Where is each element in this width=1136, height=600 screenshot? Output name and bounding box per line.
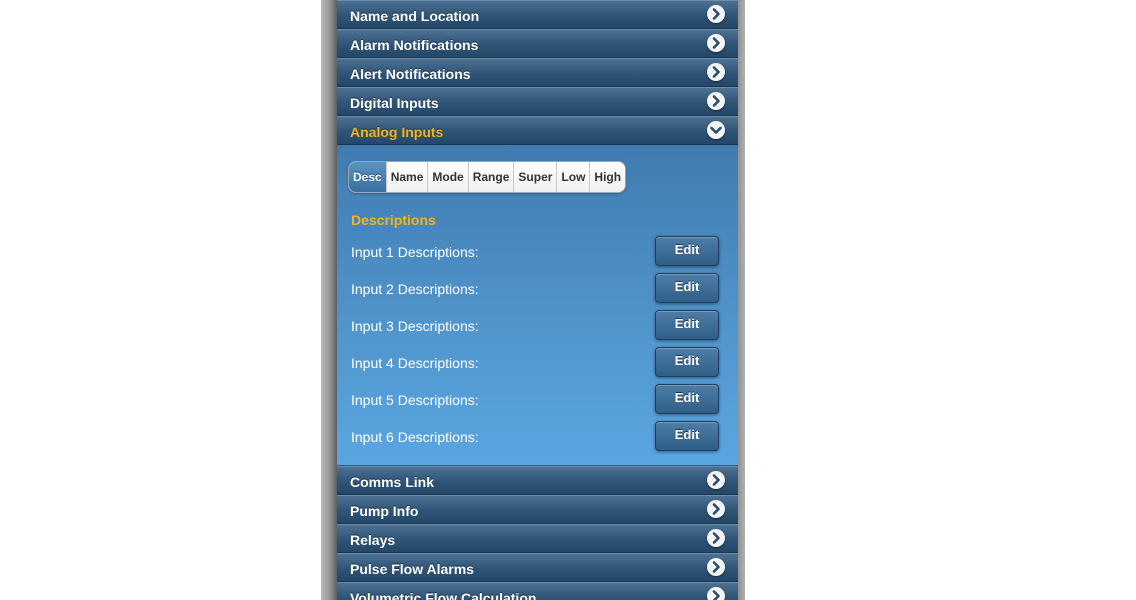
row-label: Input 1 Descriptions: bbox=[351, 244, 479, 260]
tab-mode[interactable]: Mode bbox=[428, 162, 469, 192]
edit-button[interactable]: Edit bbox=[655, 236, 719, 266]
tab-high[interactable]: High bbox=[590, 162, 626, 192]
accordion-label: Pump Info bbox=[350, 503, 419, 519]
tab-low[interactable]: Low bbox=[557, 162, 591, 192]
chevron-down-icon[interactable] bbox=[707, 121, 725, 139]
accordion-comms-link[interactable]: Comms Link bbox=[337, 466, 738, 495]
tab-name[interactable]: Name bbox=[386, 162, 429, 192]
tab-range[interactable]: Range bbox=[468, 162, 515, 192]
accordion-relays[interactable]: Relays bbox=[337, 524, 738, 553]
accordion-label: Analog Inputs bbox=[350, 124, 444, 140]
accordion-label: Name and Location bbox=[350, 8, 480, 24]
chevron-right-icon[interactable] bbox=[707, 529, 725, 547]
row-label: Input 6 Descriptions: bbox=[351, 429, 479, 445]
tab-super[interactable]: Super bbox=[514, 162, 558, 192]
row-label: Input 3 Descriptions: bbox=[351, 318, 479, 334]
section-heading: Descriptions bbox=[351, 212, 436, 228]
description-row: Input 1 Descriptions: Edit bbox=[337, 236, 738, 266]
description-row: Input 2 Descriptions: Edit bbox=[337, 273, 738, 303]
edit-button[interactable]: Edit bbox=[655, 421, 719, 451]
accordion-name-and-location[interactable]: Name and Location bbox=[337, 0, 738, 29]
accordion-digital-inputs[interactable]: Digital Inputs bbox=[337, 87, 738, 116]
row-label: Input 5 Descriptions: bbox=[351, 392, 479, 408]
chevron-right-icon[interactable] bbox=[707, 558, 725, 576]
accordion-label: Volumetric Flow Calculation bbox=[350, 590, 537, 600]
edit-button[interactable]: Edit bbox=[655, 384, 719, 414]
chevron-right-icon[interactable] bbox=[707, 34, 725, 52]
settings-panel: Name and Location Alarm Notifications Al… bbox=[337, 0, 738, 600]
accordion-pump-info[interactable]: Pump Info bbox=[337, 495, 738, 524]
chevron-right-icon[interactable] bbox=[707, 63, 725, 81]
row-label: Input 4 Descriptions: bbox=[351, 355, 479, 371]
accordion-pulse-flow-alarms[interactable]: Pulse Flow Alarms bbox=[337, 553, 738, 582]
accordion-alarm-notifications[interactable]: Alarm Notifications bbox=[337, 29, 738, 58]
accordion-analog-inputs[interactable]: Analog Inputs bbox=[337, 116, 738, 145]
chevron-right-icon[interactable] bbox=[707, 587, 725, 600]
accordion-label: Pulse Flow Alarms bbox=[350, 561, 474, 577]
chevron-right-icon[interactable] bbox=[707, 500, 725, 518]
chevron-right-icon[interactable] bbox=[707, 92, 725, 110]
accordion-label: Alarm Notifications bbox=[350, 37, 479, 53]
accordion-label: Comms Link bbox=[350, 474, 435, 490]
accordion-label: Digital Inputs bbox=[350, 95, 439, 111]
description-row: Input 6 Descriptions: Edit bbox=[337, 421, 738, 451]
row-label: Input 2 Descriptions: bbox=[351, 281, 479, 297]
accordion-volumetric-flow-calculation[interactable]: Volumetric Flow Calculation bbox=[337, 582, 738, 600]
tab-desc[interactable]: Desc bbox=[349, 162, 387, 192]
description-row: Input 5 Descriptions: Edit bbox=[337, 384, 738, 414]
accordion-label: Alert Notifications bbox=[350, 66, 471, 82]
app-frame: Name and Location Alarm Notifications Al… bbox=[321, 0, 745, 600]
accordion-alert-notifications[interactable]: Alert Notifications bbox=[337, 58, 738, 87]
chevron-right-icon[interactable] bbox=[707, 5, 725, 23]
accordion-label: Relays bbox=[350, 532, 396, 548]
description-row: Input 4 Descriptions: Edit bbox=[337, 347, 738, 377]
edit-button[interactable]: Edit bbox=[655, 273, 719, 303]
analog-tabs: Desc Name Mode Range Super Low High bbox=[348, 161, 627, 193]
description-row: Input 3 Descriptions: Edit bbox=[337, 310, 738, 340]
edit-button[interactable]: Edit bbox=[655, 347, 719, 377]
chevron-right-icon[interactable] bbox=[707, 471, 725, 489]
edit-button[interactable]: Edit bbox=[655, 310, 719, 340]
analog-inputs-content: Desc Name Mode Range Super Low High Desc… bbox=[337, 145, 738, 466]
